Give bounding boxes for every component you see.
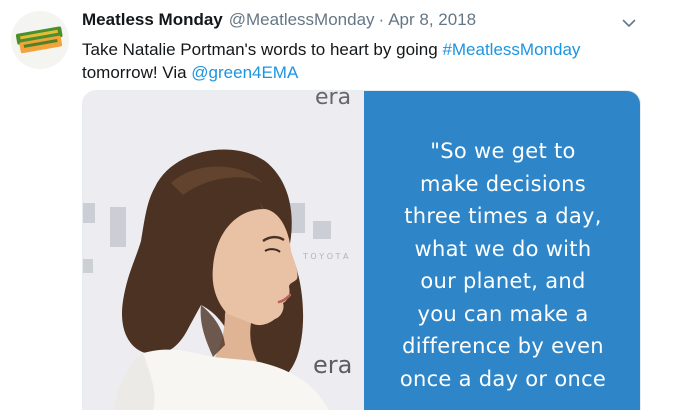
quote-line: you can make a — [417, 301, 589, 326]
portrait-photo[interactable]: era era T O Y O T A — [83, 91, 364, 410]
svg-text:era: era — [315, 91, 351, 110]
quote-line: three times a day, — [404, 204, 602, 228]
tweet-header: Meatless Monday @MeatlessMonday · Apr 8,… — [82, 10, 476, 34]
separator-dot: · — [378, 10, 385, 29]
quote-line: "So we get to — [430, 139, 576, 163]
display-name[interactable]: Meatless Monday — [82, 10, 223, 30]
tweet-text-part1: Take Natalie Portman's words to heart by… — [82, 40, 443, 59]
tweet: Meatless Monday @MeatlessMonday · Apr 8,… — [0, 0, 692, 410]
tweet-text: Take Natalie Portman's words to heart by… — [82, 38, 622, 84]
tweet-media[interactable]: era era T O Y O T A "So we get to make d… — [82, 90, 641, 410]
quote-text: "So we get to make decisions three times… — [364, 135, 640, 395]
quote-line: once a day or once — [399, 366, 607, 391]
svg-text:T O Y O T A: T O Y O T A — [302, 252, 349, 261]
user-handle[interactable]: @MeatlessMonday — [229, 10, 375, 30]
quote-panel[interactable]: "So we get to make decisions three times… — [364, 91, 640, 410]
quote-line: make decisions — [419, 171, 587, 196]
svg-text:era: era — [313, 351, 352, 379]
quote-line: difference by even — [402, 334, 604, 358]
tweet-date[interactable]: Apr 8, 2018 — [388, 10, 476, 30]
hashtag-link[interactable]: #MeatlessMonday — [442, 40, 580, 59]
portrait-image: era era T O Y O T A — [83, 91, 364, 410]
tweet-menu-button[interactable] — [618, 12, 640, 34]
mention-link[interactable]: @green4EMA — [191, 63, 298, 82]
avatar[interactable] — [11, 11, 69, 69]
meatless-monday-logo — [11, 11, 69, 69]
chevron-down-icon — [622, 19, 636, 27]
quote-line: what we do with — [414, 236, 592, 261]
tweet-text-part2: tomorrow! Via — [82, 63, 192, 82]
quote-line: our planet, and — [420, 269, 586, 293]
